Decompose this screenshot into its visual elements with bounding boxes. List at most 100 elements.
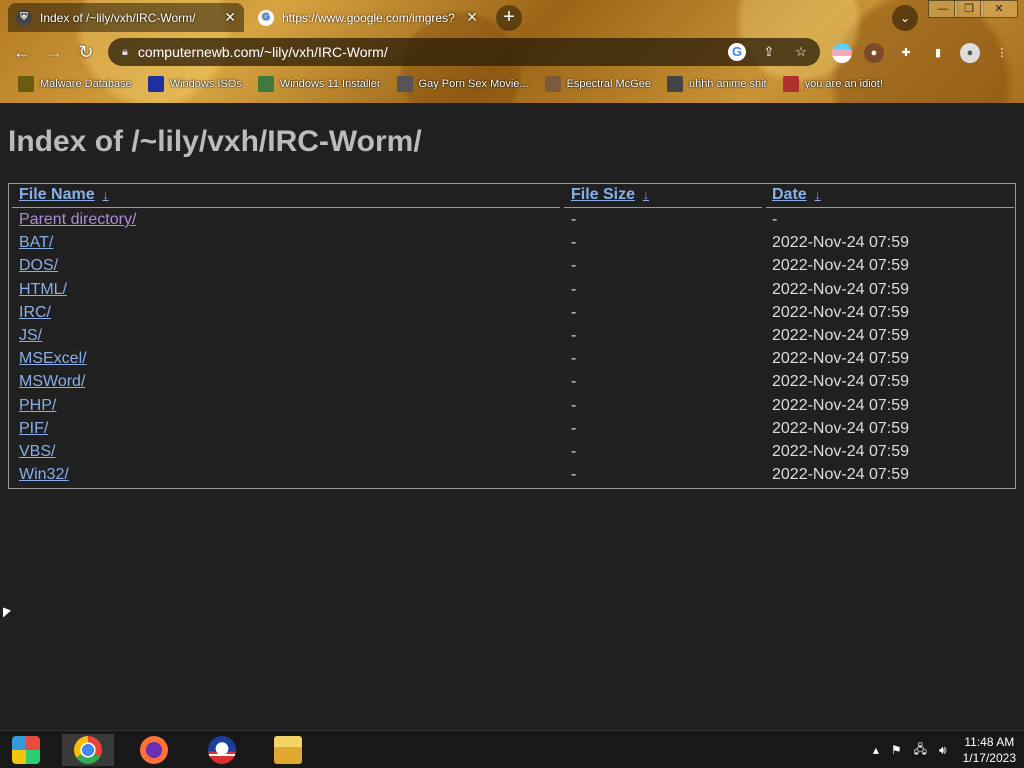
directory-link[interactable]: PHP/ bbox=[19, 397, 56, 414]
reload-icon[interactable]: ↻ bbox=[73, 39, 99, 65]
bookmark-star-icon[interactable]: ☆ bbox=[792, 43, 810, 61]
directory-link[interactable]: DOS/ bbox=[19, 257, 58, 274]
flag-icon bbox=[782, 76, 799, 92]
address-bar[interactable]: 🔒︎ computernewb.com/~lily/vxh/IRC-Worm/ … bbox=[108, 38, 820, 66]
directory-link[interactable]: MSExcel/ bbox=[19, 350, 87, 367]
bookmark-item[interactable]: you are an idiot! bbox=[782, 76, 883, 92]
directory-link[interactable]: VBS/ bbox=[19, 443, 55, 460]
directory-link[interactable]: MSWord/ bbox=[19, 373, 85, 390]
bookmark-label: Espectral McGee bbox=[566, 78, 651, 90]
forward-icon[interactable]: → bbox=[41, 39, 67, 65]
table-row: MSExcel/ - 2022-Nov-24 07:59 bbox=[9, 350, 1015, 373]
file-date: 2022-Nov-24 07:59 bbox=[772, 257, 909, 275]
file-date: 2022-Nov-24 07:59 bbox=[772, 327, 909, 344]
bookmark-label: you are an idiot! bbox=[804, 78, 883, 90]
table-row: PIF/ - 2022-Nov-24 07:59 bbox=[9, 420, 1015, 443]
table-row: HTML/ - 2022-Nov-24 07:59 bbox=[9, 281, 1015, 304]
mouse-cursor bbox=[3, 607, 11, 621]
page-title: Index of /~lily/vxh/IRC-Worm/ bbox=[8, 125, 422, 158]
bookmark-item[interactable]: Malware Database bbox=[18, 76, 132, 92]
directory-link[interactable]: Win32/ bbox=[19, 466, 69, 483]
table-row: DOS/ - 2022-Nov-24 07:59 bbox=[9, 257, 1015, 280]
listing-header: File Name ↓ File Size ↓ Date ↓ bbox=[9, 186, 1015, 209]
clock[interactable]: 11:48 AM 1/17/2023 bbox=[963, 734, 1016, 766]
sort-by-name-link[interactable]: File Name ↓ bbox=[19, 186, 109, 203]
clock-date: 1/17/2023 bbox=[962, 751, 1016, 765]
account-avatar-icon[interactable]: ● bbox=[960, 43, 980, 63]
face-icon bbox=[544, 76, 561, 92]
clock-time: 11:48 AM bbox=[964, 735, 1015, 749]
file-size: - bbox=[571, 327, 577, 344]
bookmark-item[interactable]: Gay Porn Sex Movie... bbox=[396, 76, 529, 92]
file-size: - bbox=[571, 280, 577, 298]
bookmark-item[interactable]: uhhh anime shit bbox=[666, 76, 767, 92]
file-date: 2022-Nov-24 07:59 bbox=[772, 373, 909, 391]
file-date: 2022-Nov-24 07:59 bbox=[772, 303, 909, 321]
start-button[interactable] bbox=[0, 734, 52, 766]
bookmark-label: Windows ISOs bbox=[169, 78, 242, 90]
table-row: Parent directory/ - - bbox=[9, 211, 1015, 234]
show-hidden-icons[interactable]: ▴ bbox=[873, 743, 879, 757]
chrome-icon bbox=[74, 736, 102, 764]
network-icon[interactable]: 🖧︎ bbox=[914, 740, 927, 761]
google-lens-icon[interactable]: G bbox=[728, 43, 746, 61]
url-text: computernewb.com/~lily/vxh/IRC-Worm/ bbox=[137, 44, 388, 60]
new-tab-button[interactable]: + bbox=[496, 5, 522, 31]
side-panel-icon[interactable]: ▮ bbox=[928, 43, 948, 63]
volume-icon[interactable]: 🔊︎ bbox=[939, 743, 947, 758]
header-divider bbox=[12, 207, 560, 208]
bookmark-label: Windows 11 Installer bbox=[279, 78, 381, 90]
file-size: - bbox=[571, 443, 577, 460]
table-row: VBS/ - 2022-Nov-24 07:59 bbox=[9, 443, 1015, 466]
file-size: - bbox=[571, 396, 577, 414]
taskbar-explorer[interactable] bbox=[262, 734, 314, 766]
file-date: 2022-Nov-24 07:59 bbox=[772, 443, 909, 460]
file-date: 2022-Nov-24 07:59 bbox=[772, 466, 909, 484]
browser-chrome: ⛨ Index of /~lily/vxh/IRC-Worm/ ✕ G http… bbox=[0, 0, 1024, 103]
tab-title: https://www.google.com/imgres? bbox=[282, 10, 455, 25]
file-size: - bbox=[571, 234, 577, 252]
firefox-icon bbox=[140, 736, 168, 764]
directory-link[interactable]: BAT/ bbox=[19, 234, 53, 251]
tab-google[interactable]: G https://www.google.com/imgres? ✕ bbox=[250, 3, 486, 32]
header-divider bbox=[564, 207, 762, 208]
start-orb-icon bbox=[12, 736, 40, 764]
extensions-puzzle-icon[interactable]: ✚ bbox=[896, 43, 916, 63]
back-icon[interactable]: ← bbox=[9, 39, 35, 65]
profile-extension-icon[interactable]: ● bbox=[864, 43, 884, 63]
tab-active[interactable]: ⛨ Index of /~lily/vxh/IRC-Worm/ ✕ bbox=[8, 3, 244, 32]
action-center-flag-icon[interactable]: ⚑ bbox=[891, 743, 902, 757]
flag-extension-icon[interactable] bbox=[832, 43, 852, 63]
biohazard-icon bbox=[18, 76, 34, 92]
directory-link[interactable]: JS/ bbox=[19, 327, 42, 344]
tab-title: Index of /~lily/vxh/IRC-Worm/ bbox=[40, 10, 196, 25]
bookmark-item[interactable]: Espectral McGee bbox=[544, 76, 651, 92]
bookmark-item[interactable]: Windows ISOs bbox=[147, 76, 242, 92]
taskbar-chrome[interactable] bbox=[62, 734, 114, 766]
taskbar-firefox[interactable] bbox=[128, 734, 180, 766]
file-date: 2022-Nov-24 07:59 bbox=[772, 396, 909, 414]
sort-by-size-link[interactable]: File Size ↓ bbox=[571, 186, 649, 203]
share-icon[interactable]: ⇪ bbox=[760, 43, 778, 61]
taskbar-app[interactable] bbox=[196, 734, 248, 766]
close-tab-icon[interactable]: ✕ bbox=[224, 9, 236, 26]
file-size: - bbox=[571, 419, 577, 437]
file-date: 2022-Nov-24 07:59 bbox=[772, 350, 909, 368]
directory-link[interactable]: PIF/ bbox=[19, 420, 48, 437]
bookmark-label: Malware Database bbox=[40, 78, 132, 90]
directory-link[interactable]: IRC/ bbox=[19, 304, 51, 321]
directory-link[interactable]: HTML/ bbox=[19, 281, 67, 298]
tab-search-button[interactable]: ⌄ bbox=[892, 5, 918, 31]
close-window-button[interactable]: ✕ bbox=[980, 0, 1018, 18]
bookmark-item[interactable]: Windows 11 Installer bbox=[257, 76, 381, 92]
file-date: 2022-Nov-24 07:59 bbox=[772, 419, 909, 437]
google-icon: G bbox=[258, 9, 274, 26]
system-tray: ▴ ⚑ 🖧︎ 🔊︎ 11:48 AM 1/17/2023 bbox=[867, 734, 1016, 766]
menu-dots-icon[interactable]: ⋮ bbox=[992, 43, 1012, 63]
file-date: - bbox=[772, 211, 778, 228]
sort-by-date-link[interactable]: Date ↓ bbox=[772, 186, 821, 203]
globe-icon bbox=[396, 76, 413, 92]
close-tab-icon[interactable]: ✕ bbox=[466, 9, 478, 26]
header-divider bbox=[766, 207, 1014, 208]
directory-link[interactable]: Parent directory/ bbox=[19, 211, 136, 228]
